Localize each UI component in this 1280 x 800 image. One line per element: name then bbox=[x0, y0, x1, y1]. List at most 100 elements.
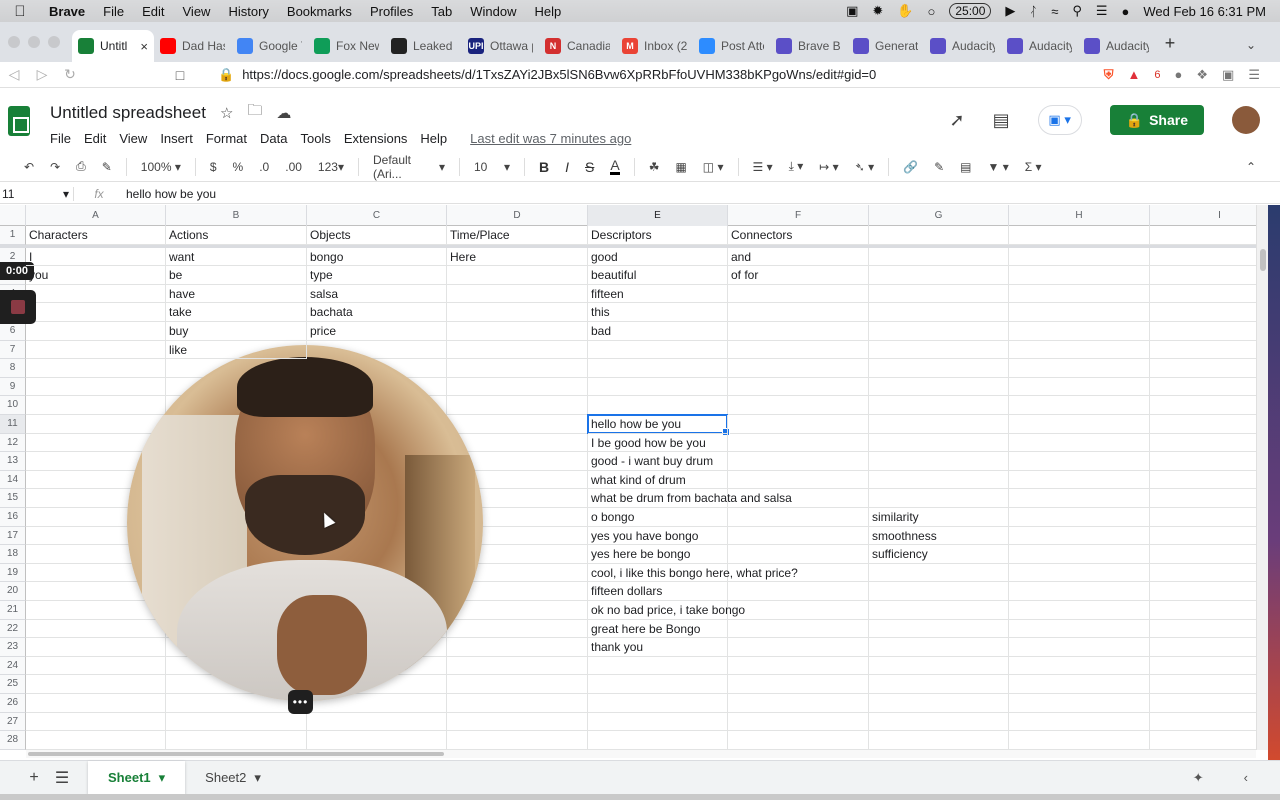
grid-cell[interactable] bbox=[728, 601, 869, 620]
menu-profiles[interactable]: Profiles bbox=[361, 4, 422, 19]
grid-cell[interactable] bbox=[447, 712, 588, 732]
grid-cell[interactable] bbox=[1150, 545, 1256, 564]
grid-cell[interactable] bbox=[588, 712, 728, 732]
column-header[interactable]: H bbox=[1009, 205, 1150, 226]
hand-icon[interactable]: ✋ bbox=[897, 3, 913, 19]
document-title[interactable]: Untitled spreadsheet bbox=[50, 103, 206, 123]
sheets-menu-help[interactable]: Help bbox=[420, 131, 447, 146]
menu-app-name[interactable]: Brave bbox=[40, 4, 94, 19]
grid-cell[interactable]: you bbox=[26, 266, 166, 285]
grid-cell[interactable] bbox=[1150, 226, 1256, 245]
grid-cell[interactable] bbox=[1009, 340, 1150, 360]
grid-cell[interactable] bbox=[26, 731, 166, 750]
grid-cell[interactable] bbox=[1009, 694, 1150, 713]
grid-cell[interactable] bbox=[26, 377, 166, 397]
row-header[interactable]: 6 bbox=[0, 322, 26, 341]
menu-history[interactable]: History bbox=[219, 4, 277, 19]
grid-cell[interactable] bbox=[588, 694, 728, 713]
grid-cell[interactable] bbox=[447, 340, 588, 360]
column-header[interactable]: G bbox=[869, 205, 1009, 226]
grid-cell[interactable] bbox=[588, 656, 728, 676]
grid-cell[interactable] bbox=[1009, 322, 1150, 341]
bluetooth-icon[interactable]: ᛮ bbox=[1029, 4, 1037, 19]
grid-cell[interactable] bbox=[447, 433, 588, 453]
grid-cell[interactable] bbox=[1150, 527, 1256, 546]
siri-icon[interactable]: ● bbox=[1122, 4, 1130, 19]
grid-cell[interactable] bbox=[26, 675, 166, 694]
extension-badge[interactable]: 6 bbox=[1154, 69, 1160, 81]
brave-rewards-icon[interactable]: ▲ bbox=[1128, 67, 1141, 82]
grid-cell[interactable] bbox=[1150, 322, 1256, 341]
trend-icon[interactable]: ➚ bbox=[950, 110, 965, 131]
grid-cell[interactable] bbox=[1150, 638, 1256, 657]
comment-icon[interactable]: ▤ bbox=[993, 110, 1010, 131]
grid-cell[interactable] bbox=[447, 396, 588, 415]
grid-cell[interactable] bbox=[26, 359, 166, 378]
row-header[interactable]: 17 bbox=[0, 526, 26, 546]
close-window-button[interactable] bbox=[8, 36, 20, 48]
brave-shields-icon[interactable]: ⛨ bbox=[1104, 67, 1114, 83]
sheets-menu-insert[interactable]: Insert bbox=[160, 131, 193, 146]
grid-cell[interactable]: this bbox=[588, 303, 728, 322]
row-header[interactable]: 9 bbox=[0, 377, 26, 397]
grid-cell[interactable]: cool, i like this bongo here, what price… bbox=[588, 563, 798, 583]
grid-cell[interactable] bbox=[1150, 620, 1256, 639]
collapse-toolbar-icon[interactable]: ⌃ bbox=[1238, 160, 1280, 174]
redo-icon[interactable]: ↷ bbox=[42, 160, 68, 174]
grid-cell[interactable]: price bbox=[307, 322, 447, 341]
grid-cell[interactable] bbox=[1150, 564, 1256, 583]
grid-cell[interactable] bbox=[1009, 303, 1150, 322]
row-header[interactable]: 23 bbox=[0, 638, 26, 657]
grid-cell[interactable]: hello how be you bbox=[588, 415, 728, 434]
row-header[interactable]: 14 bbox=[0, 470, 26, 490]
grid-cell[interactable] bbox=[869, 452, 1009, 471]
grid-cell[interactable] bbox=[447, 266, 588, 285]
star-icon[interactable]: ☆ bbox=[220, 104, 233, 122]
last-edit-link[interactable]: Last edit was 7 minutes ago bbox=[470, 131, 631, 146]
grid-cell[interactable] bbox=[1009, 359, 1150, 378]
grid-cell[interactable] bbox=[728, 377, 869, 397]
grid-cell[interactable] bbox=[1150, 675, 1256, 694]
grid-cell[interactable] bbox=[588, 340, 728, 360]
filter-icon[interactable]: ▼ ▾ bbox=[980, 160, 1017, 174]
grid-cell[interactable] bbox=[307, 712, 447, 732]
grid-cell[interactable]: thank you bbox=[588, 638, 728, 657]
grid-cell[interactable] bbox=[1009, 601, 1150, 620]
grid-cell[interactable] bbox=[1150, 285, 1256, 304]
row-header[interactable]: 21 bbox=[0, 601, 26, 620]
control-center-icon[interactable]: ☰ bbox=[1096, 3, 1108, 19]
row-header[interactable]: 27 bbox=[0, 712, 26, 732]
grid-cell[interactable] bbox=[869, 582, 1009, 601]
fill-color-icon[interactable]: ☘ bbox=[641, 160, 668, 174]
puzzle-icon[interactable]: ❖ bbox=[1196, 67, 1208, 83]
grid-cell[interactable]: fifteen dollars bbox=[588, 582, 728, 601]
grid-cell[interactable]: I bbox=[26, 247, 166, 267]
column-header[interactable]: I bbox=[1150, 205, 1256, 226]
grid-cell[interactable] bbox=[1150, 489, 1256, 508]
menu-edit[interactable]: Edit bbox=[133, 4, 173, 19]
grid-cell[interactable] bbox=[26, 284, 166, 304]
grid-cell[interactable] bbox=[26, 303, 166, 322]
grid-cell[interactable]: have bbox=[166, 284, 307, 304]
grid-cell[interactable]: ok no bad price, i take bongo bbox=[588, 601, 745, 620]
grid-cell[interactable] bbox=[26, 340, 166, 360]
gear-icon[interactable]: ✹ bbox=[872, 3, 883, 19]
new-tab-button[interactable]: + bbox=[1155, 33, 1185, 62]
grid-cell[interactable] bbox=[728, 656, 869, 676]
browser-tab[interactable]: Post Atte bbox=[693, 30, 770, 62]
grid-cell[interactable] bbox=[447, 415, 588, 434]
grid-cell[interactable] bbox=[588, 396, 728, 415]
grid-cell[interactable]: fifteen bbox=[588, 284, 728, 304]
grid-cell[interactable] bbox=[728, 545, 869, 564]
grid-cell[interactable]: buy bbox=[166, 322, 307, 341]
grid-cell[interactable] bbox=[1009, 284, 1150, 304]
browser-tab[interactable]: Untitl × bbox=[72, 30, 154, 62]
grid-cell[interactable] bbox=[728, 619, 869, 639]
grid-cell[interactable]: good - i want buy drum bbox=[588, 452, 728, 471]
avatar[interactable] bbox=[1232, 106, 1260, 134]
grid-cell[interactable] bbox=[869, 322, 1009, 341]
grid-cell[interactable] bbox=[447, 303, 588, 322]
row-header[interactable]: 12 bbox=[0, 433, 26, 453]
grid-cell[interactable] bbox=[588, 731, 728, 750]
grid-cell[interactable] bbox=[869, 433, 1009, 453]
